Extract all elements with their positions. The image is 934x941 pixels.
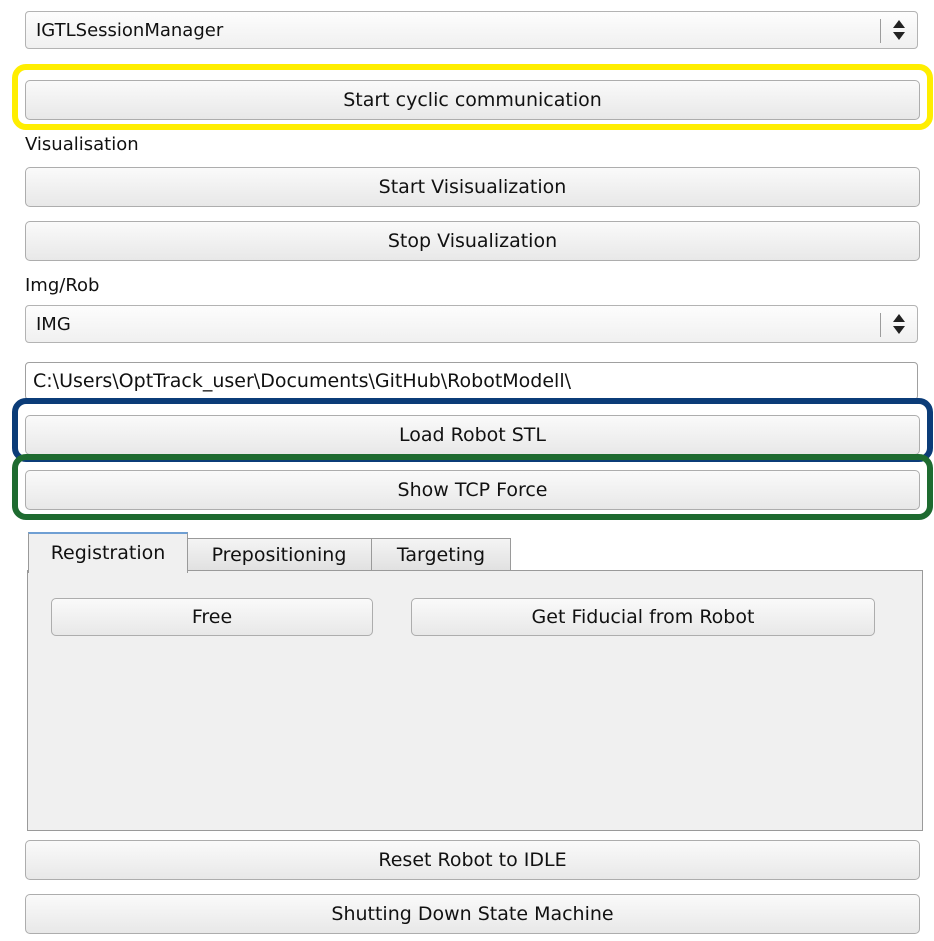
- visualisation-heading: Visualisation: [25, 134, 139, 155]
- img-rob-heading: Img/Rob: [25, 275, 100, 296]
- registration-tab-panel: Free Get Fiducial from Robot: [27, 570, 923, 831]
- img-rob-value: IMG: [36, 314, 71, 335]
- start-cyclic-communication-button[interactable]: Start cyclic communication: [25, 80, 920, 120]
- reset-robot-to-idle-button[interactable]: Reset Robot to IDLE: [25, 840, 920, 880]
- tab-bar: Registration Prepositioning Targeting: [28, 532, 528, 573]
- up-down-arrows-icon: [893, 20, 905, 40]
- combo-separator: [880, 313, 881, 337]
- tab-targeting[interactable]: Targeting: [371, 538, 511, 572]
- load-robot-stl-button[interactable]: Load Robot STL: [25, 415, 920, 455]
- shutting-down-state-machine-button[interactable]: Shutting Down State Machine: [25, 894, 920, 934]
- tab-prepositioning[interactable]: Prepositioning: [186, 538, 372, 572]
- up-down-arrows-icon: [893, 314, 905, 334]
- robot-model-path-field[interactable]: C:\Users\OptTrack_user\Documents\GitHub\…: [25, 362, 918, 400]
- free-button[interactable]: Free: [51, 598, 373, 636]
- combo-separator: [880, 19, 881, 43]
- get-fiducial-from-robot-button[interactable]: Get Fiducial from Robot: [411, 598, 875, 636]
- img-rob-select[interactable]: IMG: [25, 305, 918, 343]
- show-tcp-force-button[interactable]: Show TCP Force: [25, 470, 920, 510]
- stop-visualization-button[interactable]: Stop Visualization: [25, 221, 920, 261]
- session-manager-select[interactable]: IGTLSessionManager: [25, 11, 918, 49]
- tab-registration[interactable]: Registration: [28, 532, 188, 573]
- session-manager-value: IGTLSessionManager: [36, 20, 224, 41]
- start-visualization-button[interactable]: Start Visisualization: [25, 167, 920, 207]
